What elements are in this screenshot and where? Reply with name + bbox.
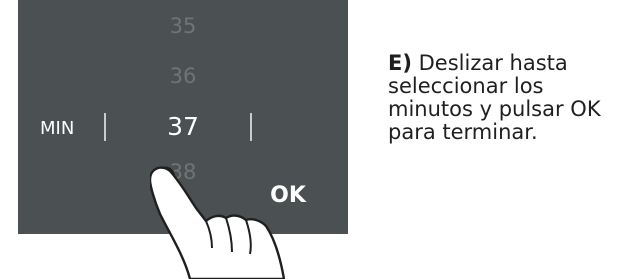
instruction-step-label: E) — [388, 51, 412, 75]
instruction-body: Deslizar hasta seleccionar los minutos y… — [388, 51, 601, 144]
selection-divider-right — [250, 113, 252, 141]
instruction-text: E) Deslizar hasta seleccionar los minuto… — [388, 52, 628, 144]
finger-swipe-icon — [150, 166, 286, 279]
picker-value-36[interactable]: 36 — [18, 64, 348, 88]
picker-value-selected[interactable]: 37 — [18, 112, 348, 141]
picker-value-35[interactable]: 35 — [18, 14, 348, 38]
